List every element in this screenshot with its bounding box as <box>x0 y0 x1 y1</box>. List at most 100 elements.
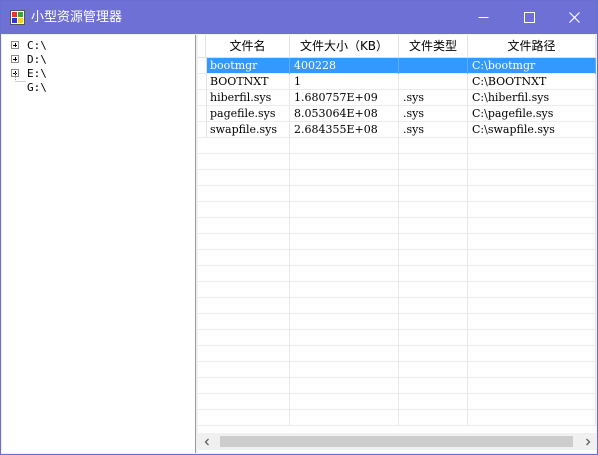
cell-path[interactable]: C:\pagefile.sys <box>468 106 596 122</box>
close-button[interactable] <box>551 1 597 34</box>
empty-cell <box>206 314 290 330</box>
cell-name[interactable]: BOOTNXT <box>206 74 290 90</box>
chevron-right-icon <box>585 438 590 445</box>
empty-row <box>198 362 596 378</box>
empty-cell <box>468 314 596 330</box>
maximize-button[interactable] <box>506 1 552 34</box>
cell-type[interactable]: .sys <box>399 90 468 106</box>
window-title: 小型资源管理器 <box>31 10 123 25</box>
empty-cell <box>399 186 468 202</box>
empty-cell <box>206 410 290 426</box>
empty-cell <box>206 298 290 314</box>
empty-cell <box>468 234 596 250</box>
empty-row <box>198 378 596 394</box>
cell-size[interactable]: 400228 <box>290 58 399 74</box>
empty-row <box>198 234 596 250</box>
scroll-right-button[interactable] <box>579 433 596 450</box>
tree-node-label: C:\ <box>27 39 47 52</box>
empty-cell <box>206 250 290 266</box>
expand-icon[interactable] <box>11 41 19 49</box>
horizontal-scrollbar[interactable] <box>198 433 596 450</box>
column-header-name[interactable]: 文件名 <box>206 35 290 57</box>
empty-cell <box>290 298 399 314</box>
empty-cell <box>290 378 399 394</box>
empty-cell <box>290 250 399 266</box>
empty-cell <box>399 250 468 266</box>
empty-row <box>198 410 596 426</box>
empty-row <box>198 218 596 234</box>
cell-name[interactable]: hiberfil.sys <box>206 90 290 106</box>
cell-size[interactable]: 1 <box>290 74 399 90</box>
cell-path[interactable]: C:\hiberfil.sys <box>468 90 596 106</box>
empty-cell <box>290 410 399 426</box>
directory-tree[interactable]: C:\ D:\ E:\ G:\ <box>2 35 196 453</box>
cell-path[interactable]: C:\BOOTNXT <box>468 74 596 90</box>
empty-cell <box>399 394 468 410</box>
empty-cell <box>399 202 468 218</box>
empty-cell <box>206 186 290 202</box>
empty-cell <box>290 138 399 154</box>
tree-node-label: D:\ <box>27 53 47 66</box>
empty-cell <box>468 346 596 362</box>
file-grid[interactable]: 文件名 文件大小（KB） 文件类型 文件路径 bootmgr 400228 C:… <box>198 35 596 453</box>
cell-path[interactable]: C:\swapfile.sys <box>468 122 596 138</box>
table-row[interactable]: BOOTNXT 1 C:\BOOTNXT <box>198 74 596 90</box>
empty-cell <box>399 154 468 170</box>
cell-name[interactable]: bootmgr <box>206 58 290 74</box>
empty-cell <box>399 282 468 298</box>
table-row[interactable]: bootmgr 400228 C:\bootmgr <box>198 58 596 74</box>
empty-cell <box>290 346 399 362</box>
tree-node-label: G:\ <box>27 81 47 94</box>
empty-cell <box>206 362 290 378</box>
empty-cell <box>290 282 399 298</box>
empty-cell <box>399 378 468 394</box>
empty-cell <box>290 266 399 282</box>
grid-header: 文件名 文件大小（KB） 文件类型 文件路径 <box>198 35 596 58</box>
cell-path[interactable]: C:\bootmgr <box>468 58 596 74</box>
empty-cell <box>290 154 399 170</box>
cell-type[interactable] <box>399 74 468 90</box>
cell-size[interactable]: 2.684355E+08 <box>290 122 399 138</box>
empty-cell <box>290 314 399 330</box>
empty-cell <box>290 170 399 186</box>
empty-row <box>198 202 596 218</box>
table-row[interactable]: swapfile.sys 2.684355E+08 .sys C:\swapfi… <box>198 122 596 138</box>
empty-cell <box>399 346 468 362</box>
cell-size[interactable]: 1.680757E+09 <box>290 90 399 106</box>
close-icon <box>568 12 580 23</box>
scroll-left-button[interactable] <box>198 433 215 450</box>
column-header-type[interactable]: 文件类型 <box>399 35 468 57</box>
empty-cell <box>290 394 399 410</box>
column-header-size[interactable]: 文件大小（KB） <box>290 35 399 57</box>
chevron-left-icon <box>204 438 209 445</box>
empty-cell <box>468 138 596 154</box>
table-row[interactable]: hiberfil.sys 1.680757E+09 .sys C:\hiberf… <box>198 90 596 106</box>
table-row[interactable]: pagefile.sys 8.053064E+08 .sys C:\pagefi… <box>198 106 596 122</box>
empty-cell <box>399 218 468 234</box>
cell-type[interactable]: .sys <box>399 106 468 122</box>
empty-cell <box>206 266 290 282</box>
empty-cell <box>290 234 399 250</box>
empty-cell <box>468 282 596 298</box>
empty-row <box>198 282 596 298</box>
empty-row <box>198 330 596 346</box>
column-header-path[interactable]: 文件路径 <box>468 35 596 57</box>
cell-name[interactable]: pagefile.sys <box>206 106 290 122</box>
empty-row <box>198 298 596 314</box>
title-bar[interactable]: 小型资源管理器 <box>1 1 597 34</box>
minimize-button[interactable] <box>460 1 506 34</box>
minimize-icon <box>478 17 488 18</box>
empty-cell <box>468 154 596 170</box>
empty-row <box>198 250 596 266</box>
cell-size[interactable]: 8.053064E+08 <box>290 106 399 122</box>
cell-type[interactable] <box>399 58 468 74</box>
expand-icon[interactable] <box>11 55 19 63</box>
empty-cell <box>206 234 290 250</box>
empty-cell <box>468 250 596 266</box>
empty-cell <box>468 218 596 234</box>
cell-name[interactable]: swapfile.sys <box>206 122 290 138</box>
scroll-thumb[interactable] <box>220 436 573 447</box>
empty-cell <box>290 186 399 202</box>
cell-type[interactable]: .sys <box>399 122 468 138</box>
empty-row <box>198 346 596 362</box>
